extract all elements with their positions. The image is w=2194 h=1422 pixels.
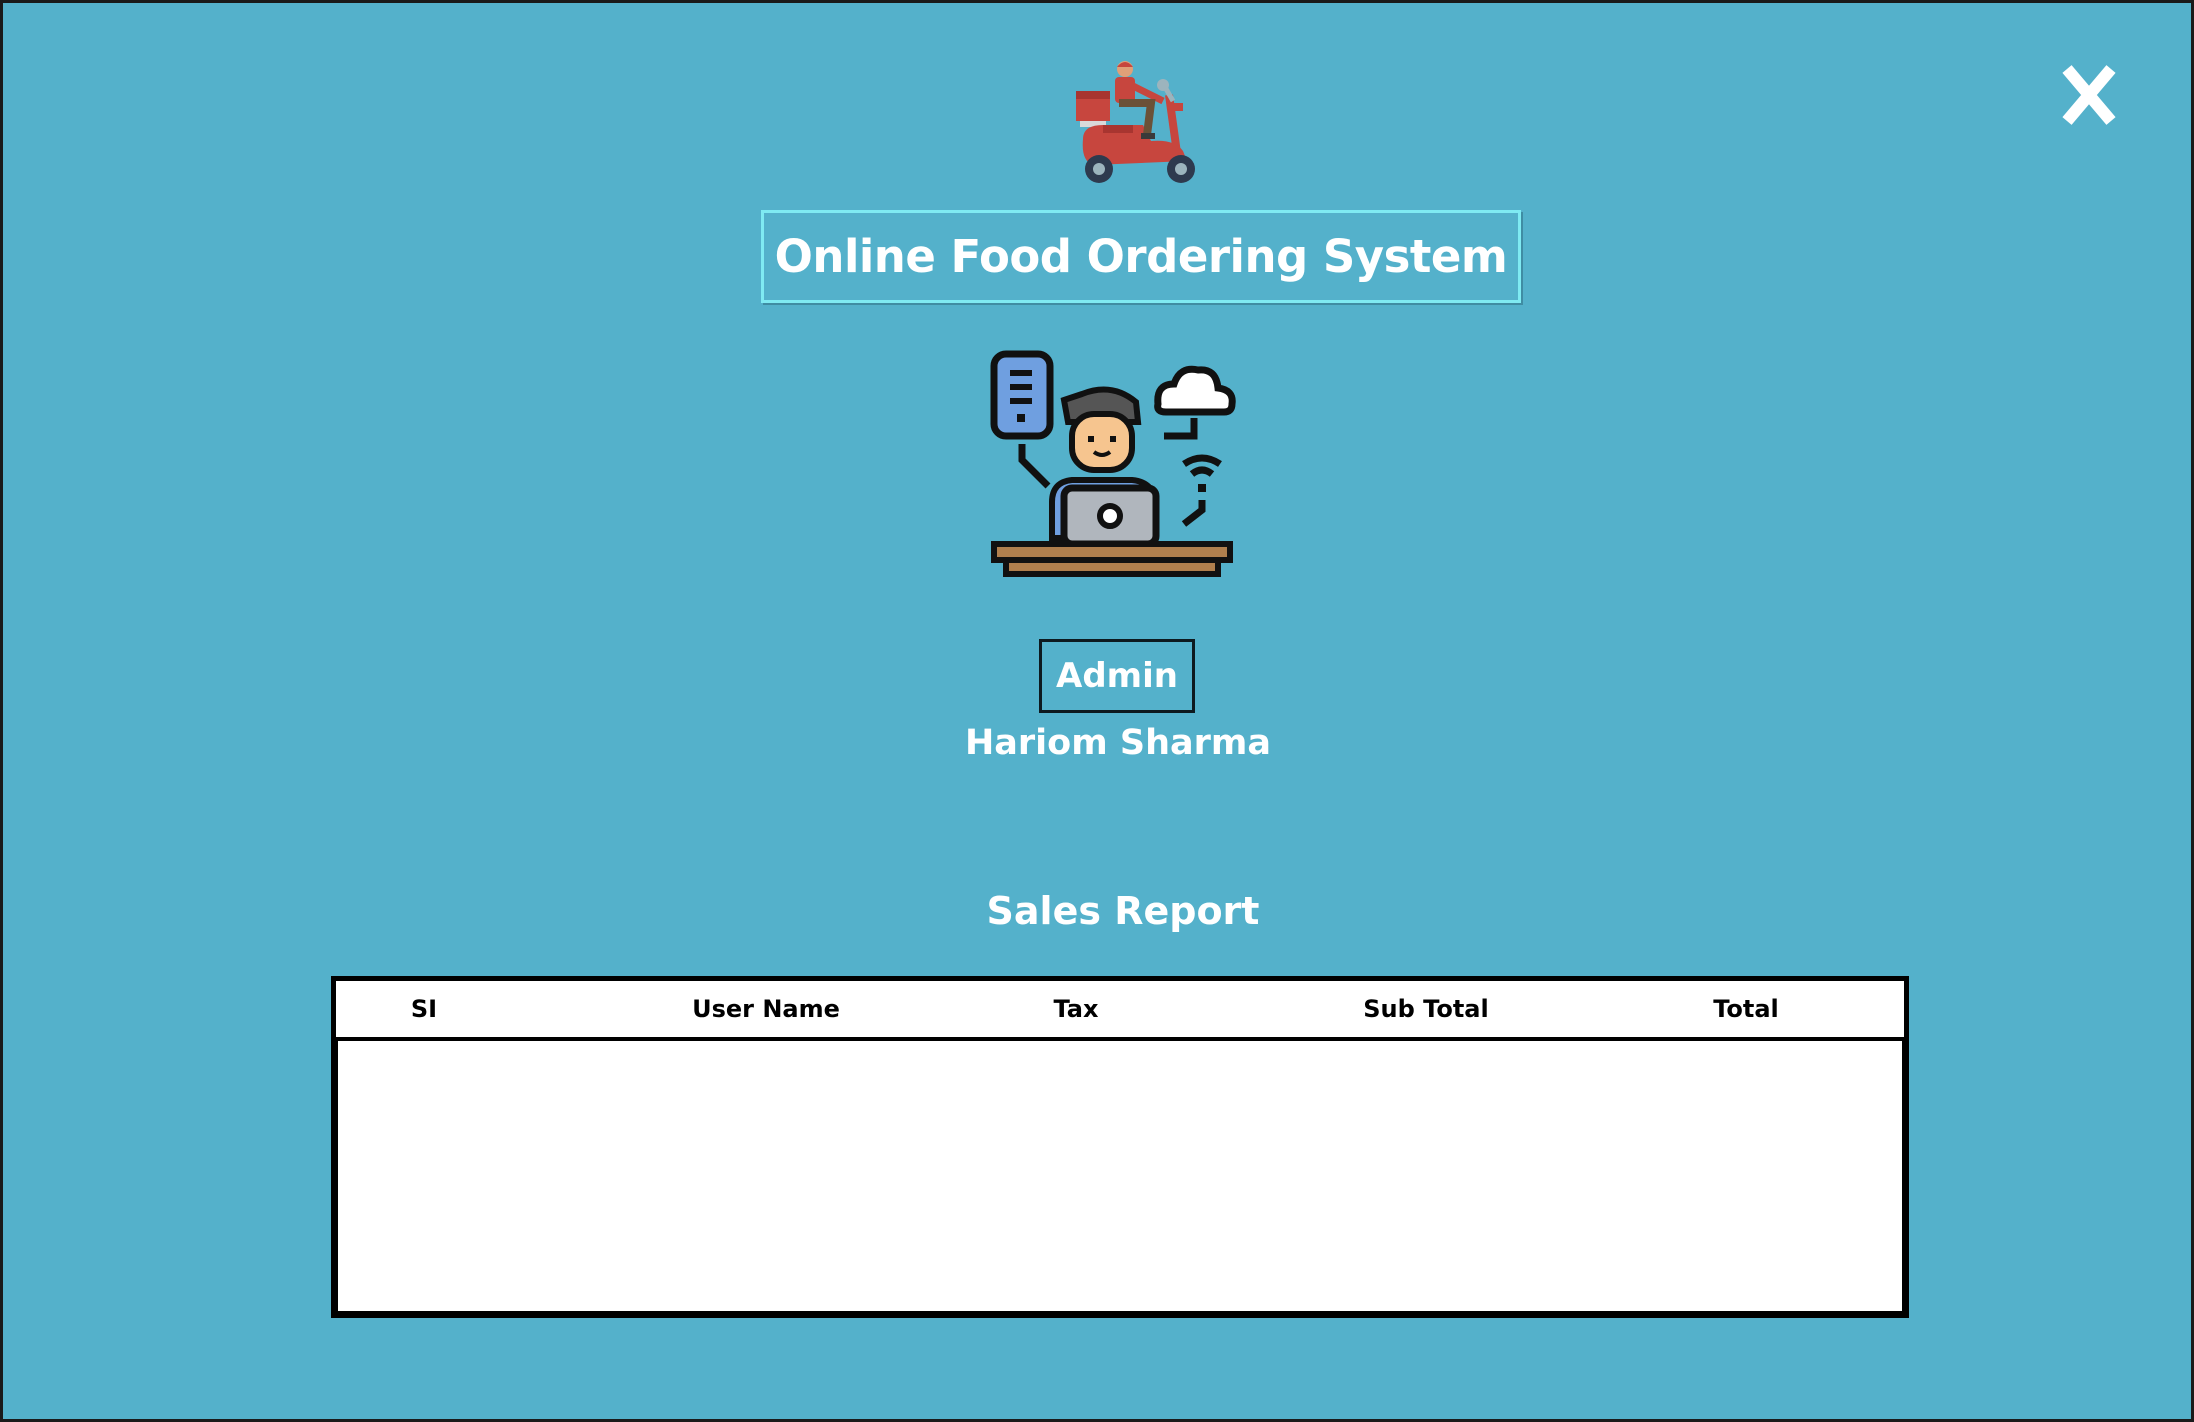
column-header-sub-total[interactable]: Sub Total	[1276, 981, 1576, 1037]
close-button[interactable]	[2053, 55, 2125, 135]
column-header-total[interactable]: Total	[1646, 981, 1846, 1037]
sales-report-window: Online Food Ordering System Admin Hariom…	[0, 0, 2194, 1422]
admin-at-laptop-icon	[990, 350, 1236, 577]
close-icon	[2062, 65, 2116, 125]
table-header: SI User Name Tax Sub Total Total	[336, 981, 1904, 1041]
column-header-tax[interactable]: Tax	[986, 981, 1166, 1037]
report-title: Sales Report	[986, 889, 1260, 933]
delivery-scooter-icon	[1076, 61, 1195, 183]
user-name: Hariom Sharma	[965, 723, 1271, 763]
app-title: Online Food Ordering System	[761, 210, 1521, 303]
table-body[interactable]	[336, 1041, 1904, 1313]
sales-report-table: SI User Name Tax Sub Total Total	[331, 976, 1909, 1318]
column-header-user-name[interactable]: User Name	[616, 981, 916, 1037]
column-header-si[interactable]: SI	[376, 981, 472, 1037]
role-badge: Admin	[1039, 639, 1195, 713]
